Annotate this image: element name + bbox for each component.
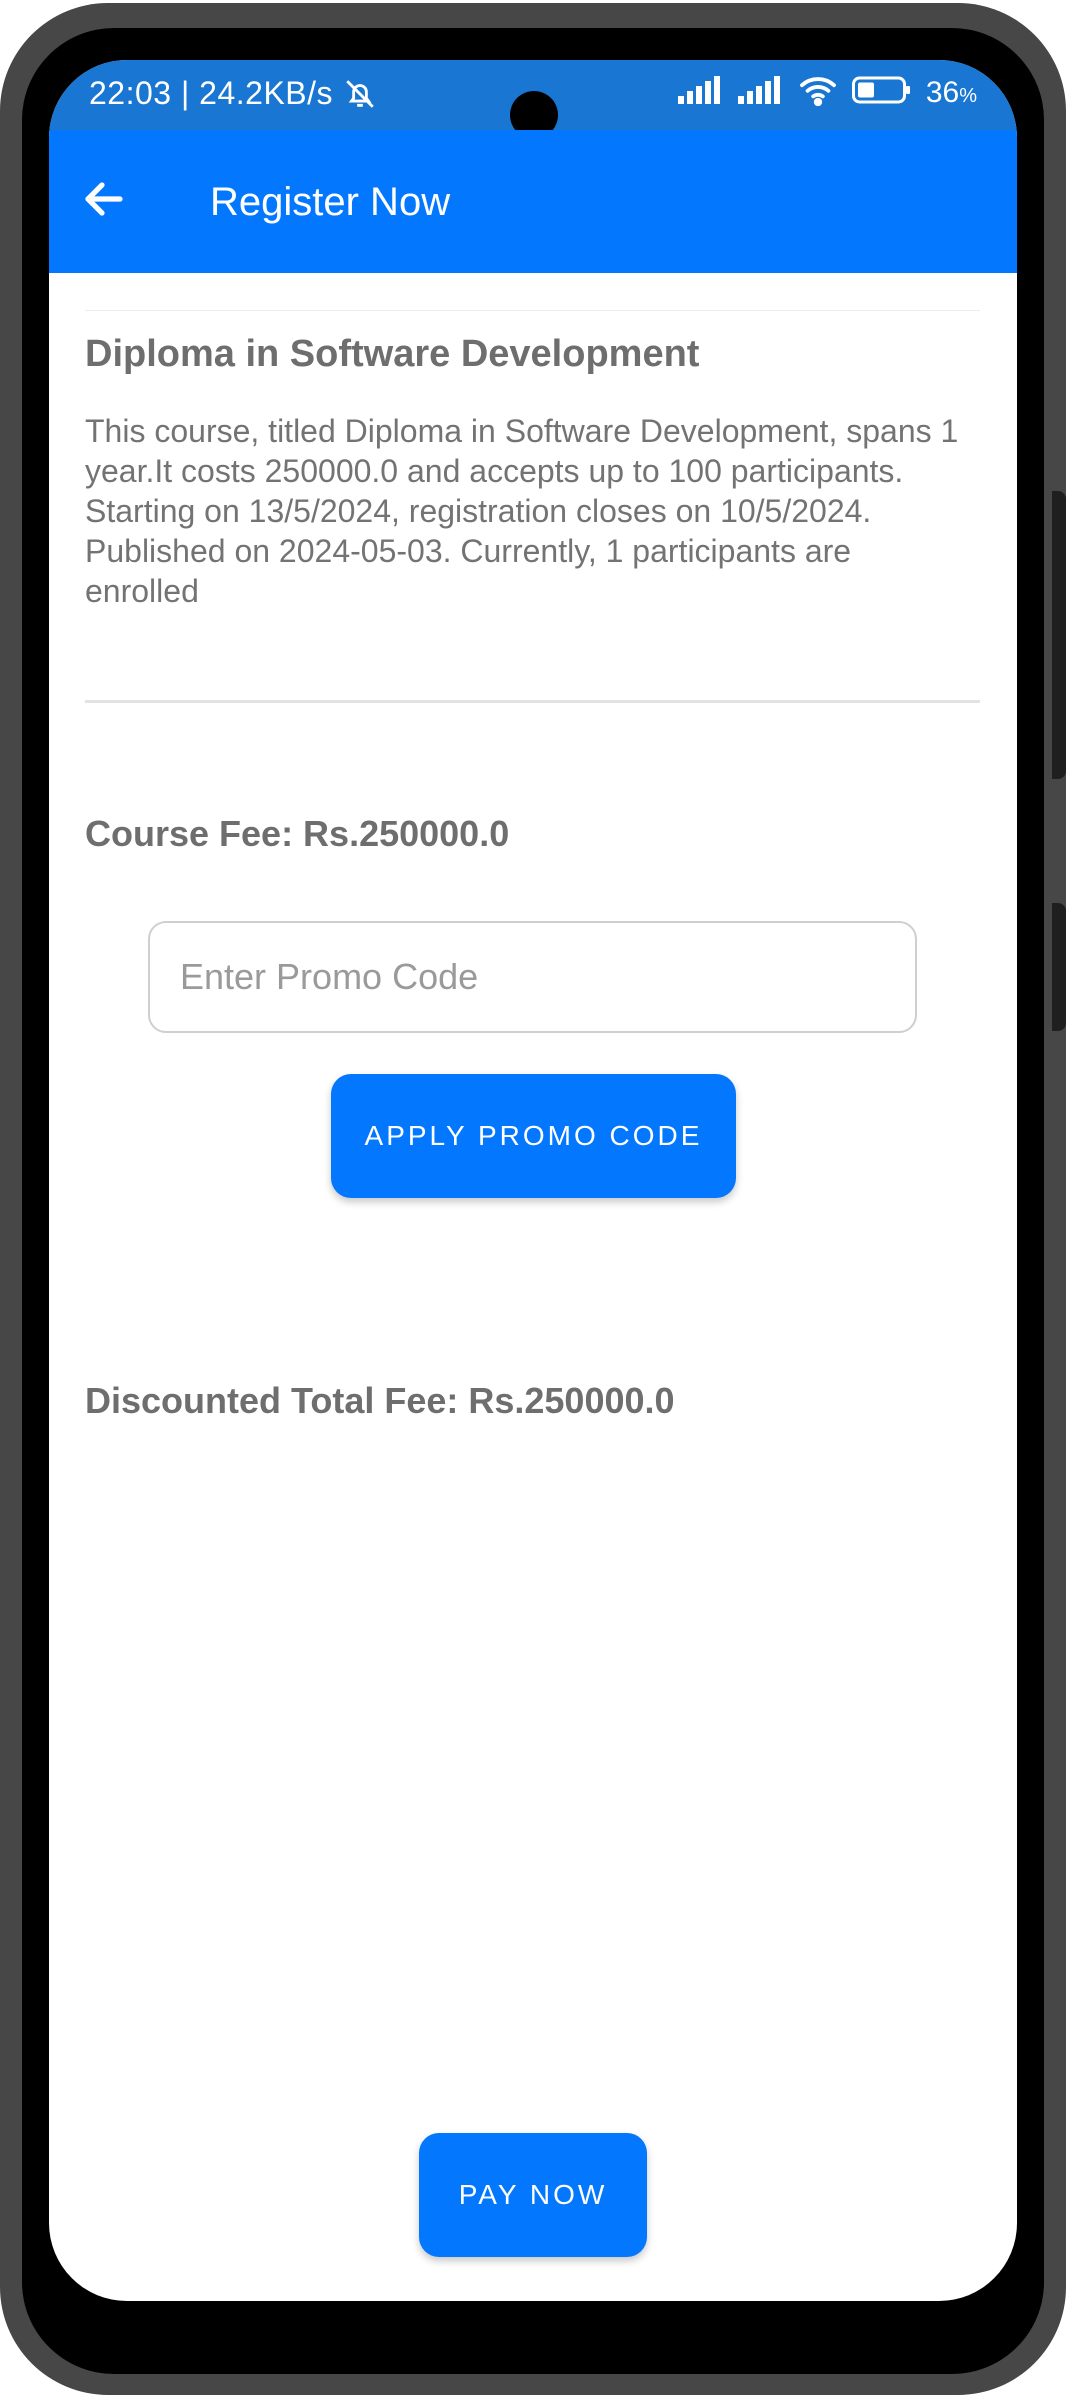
phone-frame: 22:03 | 24.2KB/s 36% Register Now Diplom… [0,3,1066,2395]
pay-now-button[interactable]: PAY NOW [419,2133,647,2257]
status-time: 22:03 | 24.2KB/s [89,75,334,111]
app-bar: Register Now [49,130,1017,273]
battery-icon [851,75,912,110]
arrow-left-icon [80,175,128,228]
screen: 22:03 | 24.2KB/s 36% Register Now Diplom… [49,60,1017,2301]
wifi-icon [798,74,838,111]
apply-promo-code-button[interactable]: APPLY PROMO CODE [331,1074,736,1198]
page-title: Register Now [210,180,451,224]
back-button[interactable] [71,168,137,234]
promo-code-input[interactable] [148,921,917,1033]
volume-button [1052,491,1066,779]
status-bar: 22:03 | 24.2KB/s 36% [49,60,1017,139]
course-card: Diploma in Software Development This cou… [85,310,980,703]
battery-level: 36% [925,75,977,109]
status-icons: 36% [677,74,977,111]
signal-icon [677,76,724,109]
mute-bell-icon [343,77,377,116]
discounted-total-fee: Discounted Total Fee: Rs.250000.0 [85,1380,675,1421]
signal-icon [737,76,784,109]
course-title: Diploma in Software Development [85,333,700,375]
power-button [1052,903,1066,1031]
course-fee: Course Fee: Rs.250000.0 [85,813,510,854]
course-description: This course, titled Diploma in Software … [85,413,959,609]
